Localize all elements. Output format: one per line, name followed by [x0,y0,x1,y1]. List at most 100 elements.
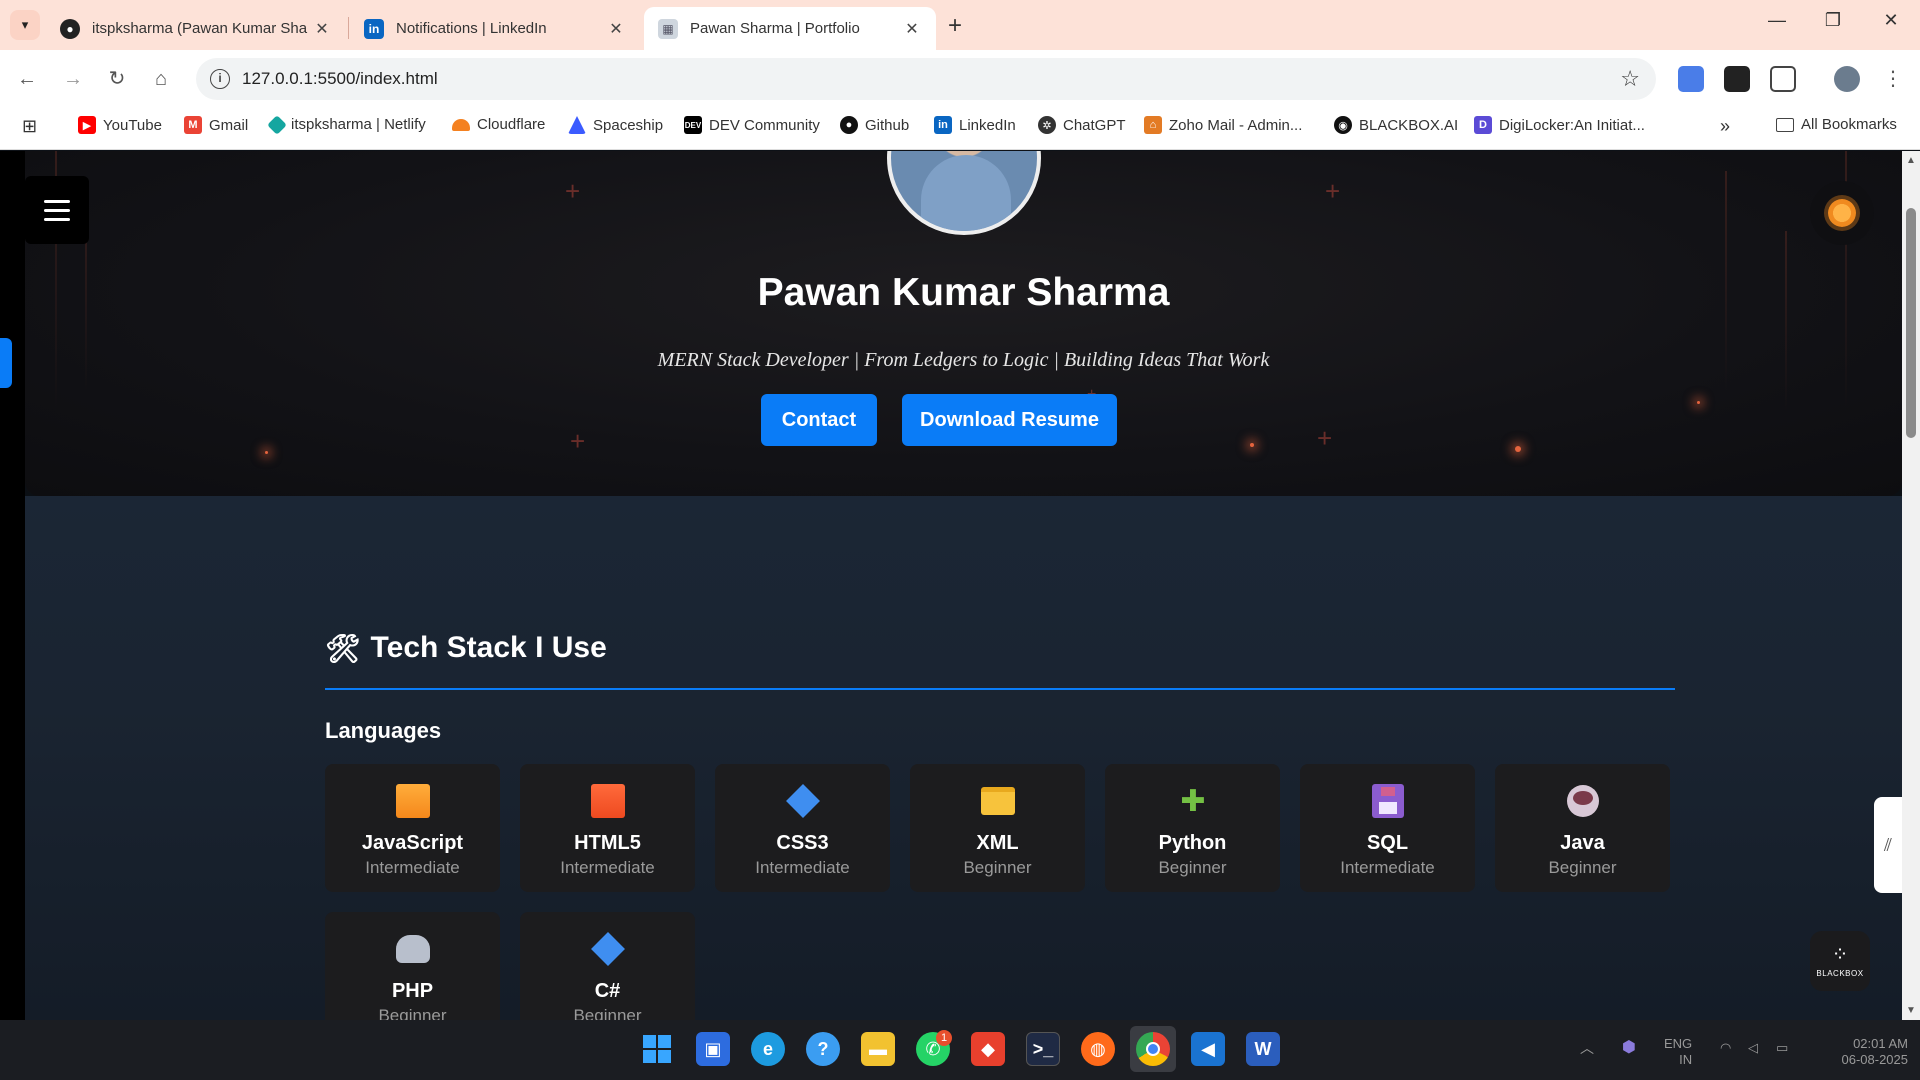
close-icon[interactable]: ✕ [312,19,332,39]
youtube-icon: ▶ [78,116,96,134]
store-icon[interactable]: ▣ [696,1032,730,1066]
digilocker-icon: D [1474,116,1492,134]
powershell-icon[interactable]: >_ [1026,1032,1060,1066]
tech-card-css3[interactable]: CSS3 Intermediate [715,764,890,892]
tab-portfolio[interactable]: ▦ Pawan Sharma | Portfolio ✕ [644,7,936,50]
home-icon[interactable]: ⌂ [148,66,174,92]
tech-card-python[interactable]: ✚ Python Beginner [1105,764,1280,892]
zoho-icon: ⌂ [1144,116,1162,134]
more-bookmarks-icon[interactable]: » [1720,116,1730,137]
side-widget-tab[interactable]: ⫽ [1874,797,1902,893]
bookmark-blackbox[interactable]: ◉ BLACKBOX.AI [1334,116,1458,134]
bookmark-cloudflare[interactable]: Cloudflare [452,116,545,133]
tray-chevron-icon[interactable]: ︿ [1580,1040,1594,1056]
bookmark-chatgpt[interactable]: ✲ ChatGPT [1038,116,1126,134]
battery-icon[interactable]: ▭ [1776,1040,1788,1056]
bookmark-gmail[interactable]: M Gmail [184,116,248,134]
chrome-icon[interactable] [1136,1032,1170,1066]
glow-decoration [265,451,268,454]
tab-github[interactable]: ● itspksharma (Pawan Kumar Sha ✕ [46,7,346,50]
tech-card-csharp[interactable]: C# Beginner [520,912,695,1020]
close-icon[interactable]: ✕ [902,19,922,39]
url-text[interactable]: 127.0.0.1:5500/index.html [242,69,438,89]
contact-button[interactable]: Contact [761,394,877,446]
blackbox-widget-button[interactable]: ⁘ BLACKBOX [1810,931,1870,991]
bookmark-dev[interactable]: DEV DEV Community [684,116,820,134]
bookmark-github[interactable]: ● Github [840,116,909,134]
apps-grid-icon[interactable]: ⊞ [22,116,37,137]
site-info-icon[interactable]: i [210,69,230,89]
bookmark-linkedin[interactable]: in LinkedIn [934,116,1016,134]
teams-icon[interactable]: ⬢ [1622,1040,1636,1056]
hero-section: + + + + + Pawan Kumar Sharma MERN Stack … [25,151,1902,496]
profile-photo [887,151,1041,235]
bookmark-youtube[interactable]: ▶ YouTube [78,116,162,134]
screen-extension-icon[interactable] [1724,66,1750,92]
bookmark-zoho[interactable]: ⌂ Zoho Mail - Admin... [1144,116,1302,134]
hero-name: Pawan Kumar Sharma [757,271,1170,314]
folder-icon [981,784,1015,818]
tech-stack-section: 🛠 Tech Stack I Use Languages JavaScript … [25,496,1902,1020]
forward-icon[interactable]: → [60,66,86,92]
tech-card-php[interactable]: PHP Beginner [325,912,500,1020]
vscode-icon[interactable]: ◀ [1191,1032,1225,1066]
blackbox-icon: ⁘ [1831,943,1849,966]
tab-linkedin[interactable]: in Notifications | LinkedIn ✕ [350,7,640,50]
copilot-icon[interactable]: ? [806,1032,840,1066]
dev-icon: DEV [684,116,702,134]
address-bar[interactable]: i 127.0.0.1:5500/index.html ☆ [196,58,1656,100]
profile-avatar[interactable] [1834,66,1860,92]
tab-title: itspksharma (Pawan Kumar Sha [92,20,308,37]
back-icon[interactable]: ← [14,66,40,92]
firefox-icon[interactable]: ◍ [1081,1032,1115,1066]
page-scrollbar[interactable]: ▲ ▼ [1902,151,1920,1020]
glow-decoration [1515,446,1521,452]
wifi-icon[interactable]: ◠ [1720,1040,1731,1056]
reload-icon[interactable]: ↻ [104,66,130,92]
volume-icon[interactable]: ◁ [1748,1040,1758,1056]
close-icon[interactable]: ✕ [606,19,626,39]
bookmark-spaceship[interactable]: Spaceship [568,116,663,134]
windows-start-icon[interactable] [640,1032,674,1066]
browser-menu-icon[interactable]: ⋮ [1880,66,1906,92]
orange-square-icon [396,784,430,818]
bookmark-netlify[interactable]: itspksharma | Netlify [267,114,426,135]
sparkle-decoration: + [1325,176,1341,206]
tech-card-java[interactable]: Java Beginner [1495,764,1670,892]
new-tab-icon[interactable]: + [948,12,962,40]
tech-card-sql[interactable]: SQL Intermediate [1300,764,1475,892]
bookmark-star-icon[interactable]: ☆ [1620,66,1640,92]
language-indicator[interactable]: ENG IN [1664,1036,1692,1068]
tech-card-xml[interactable]: XML Beginner [910,764,1085,892]
edge-icon[interactable]: e [751,1032,785,1066]
scroll-up-icon[interactable]: ▲ [1906,155,1916,166]
word-icon[interactable]: W [1246,1032,1280,1066]
tech-card-html5[interactable]: HTML5 Intermediate [520,764,695,892]
translate-extension-icon[interactable] [1678,66,1704,92]
restore-icon[interactable]: ❐ [1818,10,1848,31]
cloudflare-icon [452,118,470,131]
puzzle-icon: ✚ [1180,784,1206,818]
close-window-icon[interactable]: ✕ [1876,10,1906,31]
tab-search-button[interactable]: ▾ [10,10,40,40]
sparkle-decoration: + [565,176,581,206]
section-underline [325,688,1675,690]
all-bookmarks[interactable]: All Bookmarks [1776,116,1897,133]
tech-card-javascript[interactable]: JavaScript Intermediate [325,764,500,892]
matrix-rain-decoration [1785,231,1787,411]
side-tab-handle[interactable] [0,338,12,388]
download-resume-button[interactable]: Download Resume [902,394,1117,446]
theme-toggle-button[interactable] [1810,181,1874,245]
hamburger-menu-button[interactable] [25,176,89,244]
floppy-disk-icon [1371,784,1405,818]
clock[interactable]: 02:01 AM 06-08-2025 [1812,1036,1909,1068]
hero-tagline: MERN Stack Developer | From Ledgers to L… [657,349,1270,371]
file-explorer-icon[interactable]: ▬ [861,1032,895,1066]
extensions-puzzle-icon[interactable] [1770,66,1796,92]
minimize-icon[interactable]: — [1762,10,1792,31]
glow-decoration [1250,443,1254,447]
bookmark-digilocker[interactable]: D DigiLocker:An Initiat... [1474,116,1645,134]
scroll-thumb[interactable] [1906,208,1916,438]
anydesk-icon[interactable]: ◆ [971,1032,1005,1066]
scroll-down-icon[interactable]: ▼ [1906,1005,1916,1016]
